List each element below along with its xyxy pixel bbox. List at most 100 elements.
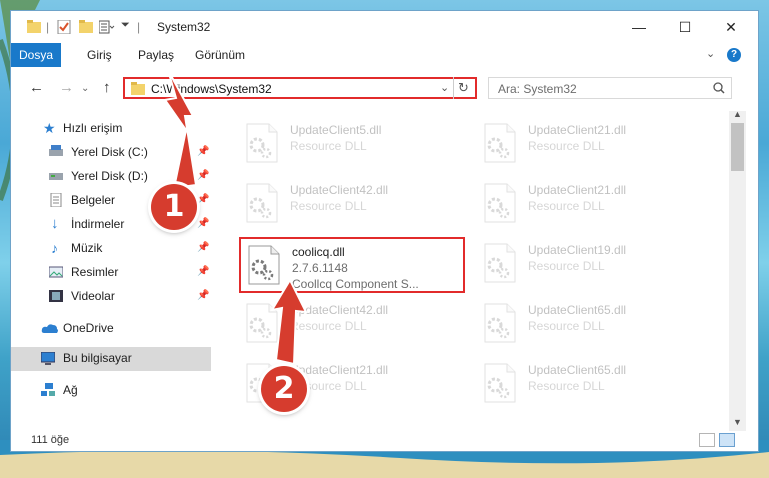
- address-bar[interactable]: C:\Windows\System32 ⌄ ↻: [123, 77, 477, 99]
- file-description: Resource DLL: [290, 319, 367, 333]
- sidebar-item-local-disk-c[interactable]: Yerel Disk (C:) 📌: [11, 141, 211, 163]
- dll-file-icon: [484, 243, 516, 283]
- file-description: Resource DLL: [528, 319, 605, 333]
- sidebar-item-local-disk-d[interactable]: Yerel Disk (D:) 📌: [11, 165, 211, 187]
- address-dropdown-icon[interactable]: ⌄: [440, 81, 449, 94]
- cloud-icon: [41, 324, 58, 333]
- sidebar-item-videos[interactable]: Videolar 📌: [11, 285, 211, 307]
- file-item[interactable]: UpdateClient21.dll Resource DLL: [477, 117, 703, 173]
- search-box[interactable]: Ara: System32: [488, 77, 732, 99]
- scrollbar-thumb[interactable]: [731, 123, 744, 171]
- back-arrow-icon[interactable]: ←: [29, 79, 44, 96]
- dll-file-icon: [484, 183, 516, 223]
- item-count: 111 öğe: [31, 434, 70, 446]
- file-version: 2.7.6.1148: [292, 261, 348, 275]
- sidebar-item-pictures[interactable]: Resimler 📌: [11, 261, 211, 283]
- dll-file-icon: [484, 303, 516, 343]
- navigation-bar: ← → ⌄ ↑ C:\Windows\System32 ⌄ ↻ Ara: Sys…: [11, 67, 758, 111]
- file-name: UpdateClient42.dll: [290, 183, 389, 197]
- file-name: UpdateClient21.dll: [290, 363, 389, 377]
- file-name: UpdateClient19.dll: [528, 243, 627, 257]
- separator: |: [46, 20, 50, 34]
- file-name: coolicq.dll: [292, 245, 345, 259]
- file-item[interactable]: UpdateClient42.dll Resource DLL: [239, 297, 465, 353]
- pin-icon[interactable]: 📌: [197, 141, 209, 163]
- computer-icon: [41, 352, 55, 365]
- file-item[interactable]: UpdateClient21.dll Resource DLL: [477, 177, 703, 233]
- documents-icon: [50, 193, 62, 207]
- window-title: System32: [157, 20, 211, 34]
- tab-view[interactable]: Görünüm: [185, 43, 255, 67]
- expand-ribbon-icon[interactable]: ⌄: [706, 47, 715, 60]
- ribbon-tabs: Dosya Giriş Paylaş Görünüm ⌄ ?: [11, 43, 758, 67]
- file-item-selected[interactable]: coolicq.dll 2.7.6.1148 Coollcq Component S…: [239, 237, 465, 293]
- recent-locations-icon[interactable]: ⌄: [81, 83, 89, 94]
- file-name: UpdateClient42.dll: [290, 303, 389, 317]
- separator: |: [137, 20, 141, 34]
- file-description: Resource DLL: [528, 139, 605, 153]
- large-icons-view-icon[interactable]: [719, 433, 735, 447]
- dll-file-icon: [484, 363, 516, 403]
- tab-home[interactable]: Giriş: [77, 43, 122, 67]
- vertical-scrollbar[interactable]: ▲ ▼: [729, 109, 746, 433]
- file-description: Resource DLL: [290, 199, 367, 213]
- close-button[interactable]: ✕: [708, 11, 754, 43]
- file-explorer-window: | ⏷ | System32 — ☐ ✕ Dosya Giriş Paylaş …: [10, 10, 759, 452]
- separator: [453, 77, 454, 99]
- refresh-icon[interactable]: ↻: [458, 80, 469, 96]
- pin-icon[interactable]: 📌: [197, 285, 209, 307]
- properties-icon[interactable]: [57, 20, 71, 34]
- status-bar: 111 öğe: [11, 431, 758, 451]
- step-2-badge: 2: [261, 366, 307, 412]
- file-description: Resource DLL: [290, 139, 367, 153]
- scroll-down-icon[interactable]: ▼: [733, 417, 742, 427]
- sidebar-item-this-pc[interactable]: Bu bilgisayar: [11, 347, 211, 371]
- forward-arrow-icon[interactable]: →: [59, 79, 74, 96]
- file-description: Resource DLL: [528, 199, 605, 213]
- maximize-button[interactable]: ☐: [662, 11, 708, 43]
- pin-icon[interactable]: 📌: [197, 237, 209, 259]
- network-icon: [41, 383, 55, 396]
- file-item[interactable]: UpdateClient19.dll Resource DLL: [477, 237, 703, 293]
- tab-share[interactable]: Paylaş: [128, 43, 184, 67]
- help-icon[interactable]: ?: [727, 48, 741, 62]
- drive-icon: [49, 173, 63, 180]
- pin-icon[interactable]: 📌: [197, 213, 209, 235]
- sidebar-item-network[interactable]: Ağ: [11, 379, 211, 401]
- file-description: Coollcq Component S...: [292, 277, 419, 291]
- video-icon: [49, 290, 63, 302]
- file-item[interactable]: UpdateClient65.dll Resource DLL: [477, 357, 703, 413]
- sidebar-item-onedrive[interactable]: OneDrive: [11, 317, 211, 339]
- customize-toolbar-icon[interactable]: ⏷: [121, 19, 130, 32]
- file-name: UpdateClient21.dll: [528, 183, 627, 197]
- search-placeholder: Ara: System32: [498, 82, 577, 96]
- star-icon: ★: [43, 120, 56, 136]
- pin-icon[interactable]: 📌: [197, 261, 209, 283]
- drive-icon: [49, 145, 63, 156]
- step-1-badge: 1: [151, 184, 197, 230]
- file-name: UpdateClient21.dll: [528, 123, 627, 137]
- dll-file-icon: [246, 303, 278, 343]
- sidebar-item-quick-access[interactable]: ★ Hızlı erişim: [11, 117, 211, 139]
- folder-icon: [27, 20, 41, 33]
- file-item[interactable]: UpdateClient5.dll Resource DLL: [239, 117, 465, 173]
- file-name: UpdateClient5.dll: [290, 123, 382, 137]
- address-path: C:\Windows\System32: [151, 82, 272, 96]
- up-arrow-icon[interactable]: ↑: [103, 79, 111, 96]
- details-view-icon[interactable]: [699, 433, 715, 447]
- pin-icon[interactable]: 📌: [197, 165, 209, 187]
- file-item[interactable]: UpdateClient42.dll Resource DLL: [239, 177, 465, 233]
- dll-file-icon: [246, 183, 278, 223]
- new-folder-icon[interactable]: [79, 20, 93, 34]
- dll-file-icon: [248, 245, 280, 285]
- sidebar-item-music[interactable]: ♪ Müzik 📌: [11, 237, 211, 259]
- tab-file[interactable]: Dosya: [11, 43, 61, 67]
- file-description: Resource DLL: [528, 379, 605, 393]
- title-bar: | ⏷ | System32 — ☐ ✕: [11, 11, 758, 43]
- pin-icon[interactable]: 📌: [197, 189, 209, 211]
- scroll-up-icon[interactable]: ▲: [733, 109, 742, 119]
- view-options-icon[interactable]: [99, 20, 115, 34]
- file-item[interactable]: UpdateClient65.dll Resource DLL: [477, 297, 703, 353]
- music-icon: ♪: [51, 240, 58, 256]
- minimize-button[interactable]: —: [616, 11, 662, 43]
